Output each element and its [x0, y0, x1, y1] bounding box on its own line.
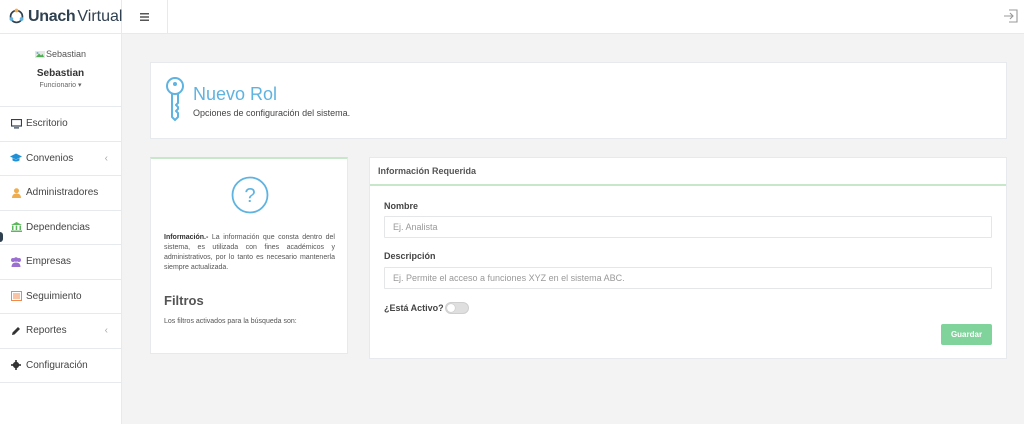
broken-image-icon [34, 50, 45, 58]
page-header: Nuevo Rol Opciones de configuración del … [150, 62, 1007, 139]
sidebar-item-empresas[interactable]: Empresas [0, 245, 121, 280]
top-navbar [122, 0, 1024, 34]
profile-role-dropdown[interactable]: Funcionario ▾ [0, 81, 121, 89]
brand-name-bold: Unach [28, 7, 76, 25]
sidebar-item-label: Reportes [26, 325, 67, 337]
toggle-knob [447, 304, 455, 312]
activo-toggle[interactable] [445, 302, 469, 314]
pencil-icon [10, 325, 22, 337]
profile-name: Sebastian [36, 68, 85, 79]
profile: Sebastian Sebastian Funcionario ▾ [0, 34, 121, 107]
hamburger-icon [140, 12, 149, 21]
sidebar-item-label: Convenios [26, 152, 74, 164]
question-circle-icon: ? [231, 176, 269, 214]
nombre-input[interactable] [384, 216, 992, 238]
user-icon [10, 187, 22, 199]
chevron-left-icon: ‹ [104, 325, 108, 336]
descripcion-input[interactable] [384, 267, 992, 289]
sidebar-item-label: Empresas [26, 256, 72, 268]
form-header: Información Requerida [370, 158, 1006, 186]
sidebar-item-label: Dependencias [26, 221, 90, 233]
descripcion-label: Descripción [384, 251, 436, 261]
brand[interactable]: Unach Virtual [0, 0, 122, 34]
filters-text: Los filtros activados para la búsqueda s… [164, 318, 297, 325]
info-lead: Información.- [164, 234, 209, 241]
activo-label: ¿Está Activo? [384, 303, 444, 313]
svg-text:?: ? [244, 185, 255, 207]
sidebar-item-reportes[interactable]: Reportes ‹ [0, 314, 121, 349]
info-panel: ? Información.- La información que const… [150, 157, 348, 354]
page-title: Nuevo Rol [193, 84, 278, 104]
graduation-cap-icon [10, 152, 22, 164]
sidebar-item-label: Seguimiento [26, 290, 82, 302]
sidebar-item-label: Escritorio [26, 118, 68, 130]
sidebar-item-escritorio[interactable]: Escritorio [0, 107, 121, 142]
page-subtitle: Opciones de configuración del sistema. [193, 108, 351, 118]
avatar: Sebastian [0, 49, 121, 59]
sidebar-item-configuracion[interactable]: Configuración [0, 349, 121, 383]
desktop-icon [10, 118, 22, 130]
sidebar-item-label: Configuración [26, 359, 88, 371]
info-text: Información.- La información que consta … [164, 233, 335, 273]
brand-name-light: Virtual [77, 7, 123, 25]
brand-logo[interactable]: Unach Virtual [8, 8, 122, 26]
filters-title: Filtros [164, 293, 204, 308]
menu-toggle-button[interactable] [122, 0, 168, 33]
save-button[interactable]: Guardar [941, 324, 992, 345]
sidebar: Unach Virtual Sebastian Sebastian Funcion… [0, 0, 122, 424]
form-panel: Información Requerida Nombre Descripción… [369, 157, 1007, 359]
institution-icon [10, 221, 22, 233]
unach-logo-icon [9, 8, 24, 24]
sign-out-icon[interactable] [1003, 8, 1019, 24]
nombre-label: Nombre [384, 201, 419, 211]
sidebar-item-seguimiento[interactable]: Seguimiento [0, 280, 121, 314]
sidebar-item-administradores[interactable]: Administradores [0, 176, 121, 211]
sidebar-scroll-marker [0, 232, 3, 242]
sidebar-item-dependencias[interactable]: Dependencias [0, 211, 121, 245]
sidebar-item-label: Administradores [26, 187, 99, 199]
key-icon [166, 77, 184, 121]
avatar-alt-text: Sebastian [45, 49, 87, 59]
users-icon [10, 256, 22, 268]
chevron-left-icon: ‹ [104, 152, 108, 164]
sidebar-item-convenios[interactable]: Convenios ‹ [0, 142, 121, 176]
list-alt-icon [10, 290, 22, 302]
gear-icon [10, 359, 22, 371]
